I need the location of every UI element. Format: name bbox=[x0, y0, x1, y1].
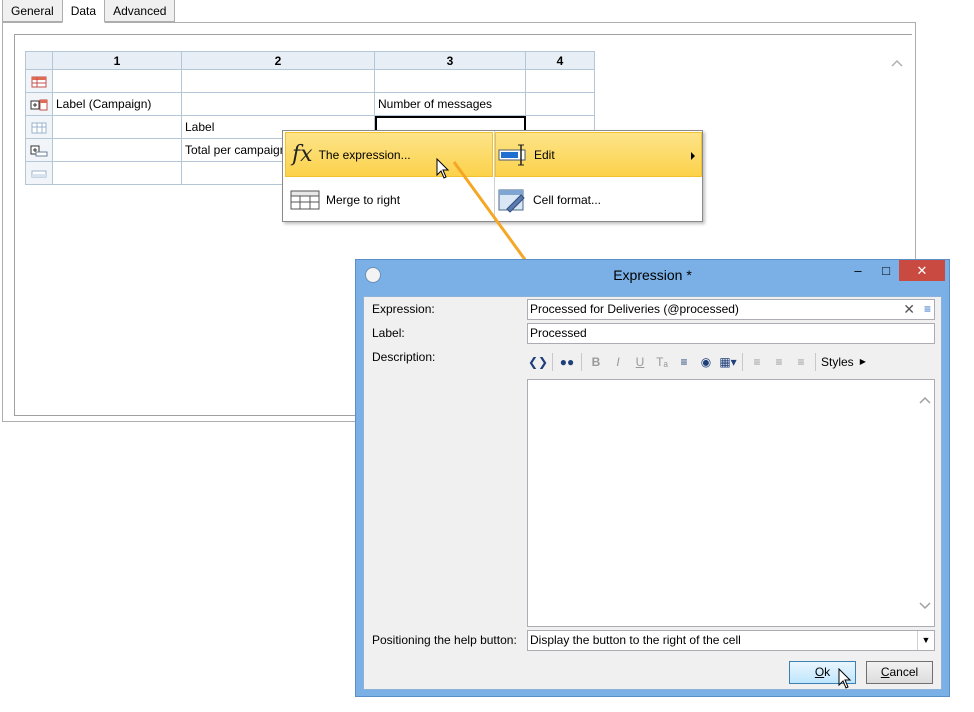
grid-header-row: 1 2 3 4 bbox=[25, 51, 595, 70]
expression-dialog: Expression * – □ ✕ Expression: Processed… bbox=[355, 259, 950, 697]
editor-scrollbar[interactable] bbox=[916, 381, 933, 625]
scroll-down-icon[interactable] bbox=[918, 601, 932, 611]
header-row-icon bbox=[31, 76, 47, 88]
grid-cell[interactable] bbox=[52, 138, 182, 162]
menu-item-expression-label: The expression... bbox=[318, 147, 411, 162]
dialog-body: Expression: Processed for Deliveries (@p… bbox=[363, 296, 942, 690]
grid-cell[interactable] bbox=[374, 69, 526, 93]
expression-label: Expression: bbox=[372, 302, 435, 316]
align-right-icon[interactable]: ≡ bbox=[790, 352, 812, 372]
grid-cell[interactable] bbox=[52, 115, 182, 139]
menu-item-merge-right-label: Merge to right bbox=[326, 192, 401, 207]
tab-general[interactable]: General bbox=[2, 0, 63, 22]
grid-corner bbox=[25, 51, 53, 70]
tab-strip: General Data Advanced bbox=[2, 0, 176, 23]
label-field[interactable]: Processed bbox=[527, 323, 935, 344]
function-icon: fx bbox=[292, 142, 313, 167]
scroll-up-icon[interactable] bbox=[890, 57, 904, 71]
styles-arrow-icon: ▶ bbox=[859, 357, 866, 366]
styles-menu[interactable]: Styles bbox=[821, 355, 854, 369]
data-row-icon bbox=[31, 122, 47, 134]
description-editor[interactable] bbox=[527, 379, 935, 627]
positioning-value: Display the button to the right of the c… bbox=[530, 633, 741, 647]
mouse-pointer-icon bbox=[838, 668, 852, 689]
maximize-button[interactable]: □ bbox=[874, 260, 898, 281]
close-button[interactable]: ✕ bbox=[899, 260, 945, 281]
link-icon[interactable]: ◉ bbox=[695, 352, 717, 372]
underline-icon[interactable]: U bbox=[629, 352, 651, 372]
scroll-up-icon[interactable] bbox=[918, 395, 932, 405]
total-row-icon bbox=[30, 145, 48, 157]
grid-cell[interactable] bbox=[525, 69, 595, 93]
row-header[interactable] bbox=[25, 161, 53, 185]
minimize-button[interactable]: – bbox=[846, 260, 870, 281]
row-header[interactable] bbox=[25, 115, 53, 139]
toolbar-separator bbox=[815, 352, 816, 371]
row-header[interactable] bbox=[25, 69, 53, 93]
grid-cell[interactable]: Label (Campaign) bbox=[52, 92, 182, 116]
expression-field[interactable]: Processed for Deliveries (@processed) ✕ … bbox=[527, 299, 935, 320]
insert-image-icon[interactable]: ▦▾ bbox=[717, 352, 739, 372]
submenu-arrow-icon bbox=[691, 152, 695, 160]
positioning-label: Positioning the help button: bbox=[372, 633, 517, 647]
expression-value: Processed for Deliveries (@processed) bbox=[530, 302, 739, 316]
align-left-icon[interactable]: ≡ bbox=[746, 352, 768, 372]
grid-cell[interactable] bbox=[52, 69, 182, 93]
grid-cell[interactable] bbox=[525, 92, 595, 116]
grid-cell[interactable] bbox=[181, 69, 375, 93]
tab-advanced[interactable]: Advanced bbox=[104, 0, 176, 22]
column-header[interactable]: 3 bbox=[374, 51, 526, 70]
row-header[interactable] bbox=[25, 138, 53, 162]
expression-editor-icon[interactable]: ≡ bbox=[924, 300, 931, 319]
cancel-button[interactable]: Cancel bbox=[866, 661, 933, 684]
footer-row-icon bbox=[31, 170, 47, 178]
label-label: Label: bbox=[372, 326, 405, 340]
toolbar-separator bbox=[581, 352, 582, 371]
find-icon[interactable]: ●● bbox=[556, 352, 578, 372]
table-row: Label (Campaign) Number of messages bbox=[25, 92, 595, 116]
description-label: Description: bbox=[372, 350, 436, 364]
toolbar-separator bbox=[552, 352, 553, 371]
clear-format-icon[interactable]: Tₐ bbox=[651, 352, 673, 372]
merge-cells-icon bbox=[290, 190, 320, 209]
expand-group-icon bbox=[30, 99, 48, 111]
grid-cell[interactable]: Number of messages bbox=[374, 92, 526, 116]
dialog-titlebar[interactable]: Expression * – □ ✕ bbox=[356, 260, 949, 290]
bullet-list-icon[interactable]: ≡ bbox=[673, 352, 695, 372]
italic-icon[interactable]: I bbox=[607, 352, 629, 372]
row-header[interactable] bbox=[25, 92, 53, 116]
rich-text-toolbar: ❮❯ ●● B I U Tₐ ≡ ◉ ▦▾ ≡ ≡ ≡ Styles ▶ bbox=[527, 349, 935, 374]
tab-data[interactable]: Data bbox=[61, 0, 106, 23]
clear-icon[interactable]: ✕ bbox=[903, 300, 915, 319]
mouse-cursor-icon bbox=[436, 158, 450, 179]
column-header[interactable]: 2 bbox=[181, 51, 375, 70]
column-header[interactable]: 4 bbox=[525, 51, 595, 70]
align-center-icon[interactable]: ≡ bbox=[768, 352, 790, 372]
column-header[interactable]: 1 bbox=[52, 51, 182, 70]
chevron-down-icon[interactable]: ▼ bbox=[917, 631, 934, 650]
toolbar-separator bbox=[742, 352, 743, 371]
positioning-select[interactable]: Display the button to the right of the c… bbox=[527, 630, 935, 651]
grid-cell[interactable] bbox=[181, 92, 375, 116]
bold-icon[interactable]: B bbox=[585, 352, 607, 372]
grid-cell[interactable] bbox=[52, 161, 182, 185]
source-code-icon[interactable]: ❮❯ bbox=[527, 352, 549, 372]
table-row bbox=[25, 69, 595, 93]
